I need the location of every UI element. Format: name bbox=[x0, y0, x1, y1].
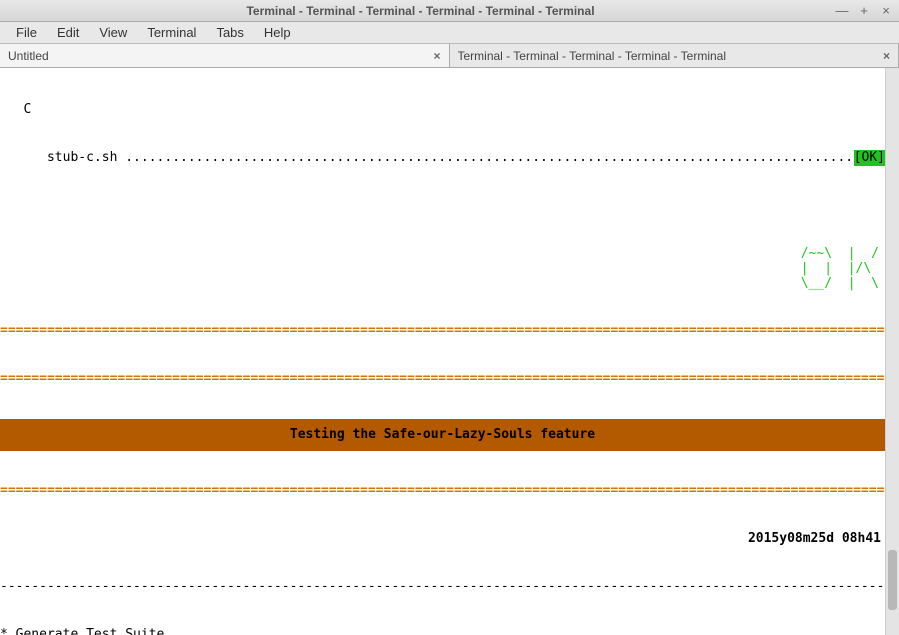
tab-terminal[interactable]: Terminal - Terminal - Terminal - Termina… bbox=[450, 44, 899, 67]
divider-double: ========================================… bbox=[0, 483, 885, 499]
divider-double: ========================================… bbox=[0, 323, 885, 339]
divider-double: ========================================… bbox=[0, 371, 885, 387]
window-controls: — + × bbox=[835, 3, 893, 18]
tab-untitled[interactable]: Untitled × bbox=[0, 44, 450, 67]
window-title: Terminal - Terminal - Terminal - Termina… bbox=[6, 4, 835, 18]
banner-text: Testing the Safe-our-Lazy-Souls feature bbox=[290, 427, 595, 443]
menu-help[interactable]: Help bbox=[254, 23, 301, 42]
output-line: * Generate Test Suite bbox=[0, 627, 164, 635]
scrollbar[interactable] bbox=[885, 68, 899, 635]
terminal-output[interactable]: C stub-c.sh ............................… bbox=[0, 68, 885, 635]
section-banner: Testing the Safe-our-Lazy-Souls feature bbox=[0, 419, 885, 451]
dots-fill: ........................................… bbox=[125, 150, 853, 166]
minimize-button[interactable]: — bbox=[835, 3, 849, 18]
menu-edit[interactable]: Edit bbox=[47, 23, 89, 42]
tab-label: Terminal - Terminal - Terminal - Termina… bbox=[458, 49, 877, 63]
output-line: stub-c.sh bbox=[0, 150, 125, 166]
menubar: File Edit View Terminal Tabs Help bbox=[0, 22, 899, 44]
tab-bar: Untitled × Terminal - Terminal - Termina… bbox=[0, 44, 899, 68]
menu-file[interactable]: File bbox=[6, 23, 47, 42]
menu-terminal[interactable]: Terminal bbox=[137, 23, 206, 42]
tab-close-icon[interactable]: × bbox=[427, 49, 440, 63]
menu-view[interactable]: View bbox=[89, 23, 137, 42]
menu-tabs[interactable]: Tabs bbox=[206, 23, 253, 42]
timestamp: 2015y08m25d 08h41 bbox=[0, 531, 885, 547]
maximize-button[interactable]: + bbox=[857, 3, 871, 18]
tab-close-icon[interactable]: × bbox=[877, 49, 890, 63]
tab-label: Untitled bbox=[8, 49, 427, 63]
scroll-thumb[interactable] bbox=[888, 550, 897, 610]
divider-dash: ----------------------------------------… bbox=[0, 579, 885, 595]
ascii-ok: /~~\ | / | | |/\ \__/ | \ bbox=[0, 246, 885, 291]
status-ok: [OK] bbox=[854, 150, 885, 166]
close-button[interactable]: × bbox=[879, 3, 893, 18]
terminal-area: C stub-c.sh ............................… bbox=[0, 68, 899, 635]
output-line: C bbox=[0, 102, 31, 118]
titlebar: Terminal - Terminal - Terminal - Termina… bbox=[0, 0, 899, 22]
